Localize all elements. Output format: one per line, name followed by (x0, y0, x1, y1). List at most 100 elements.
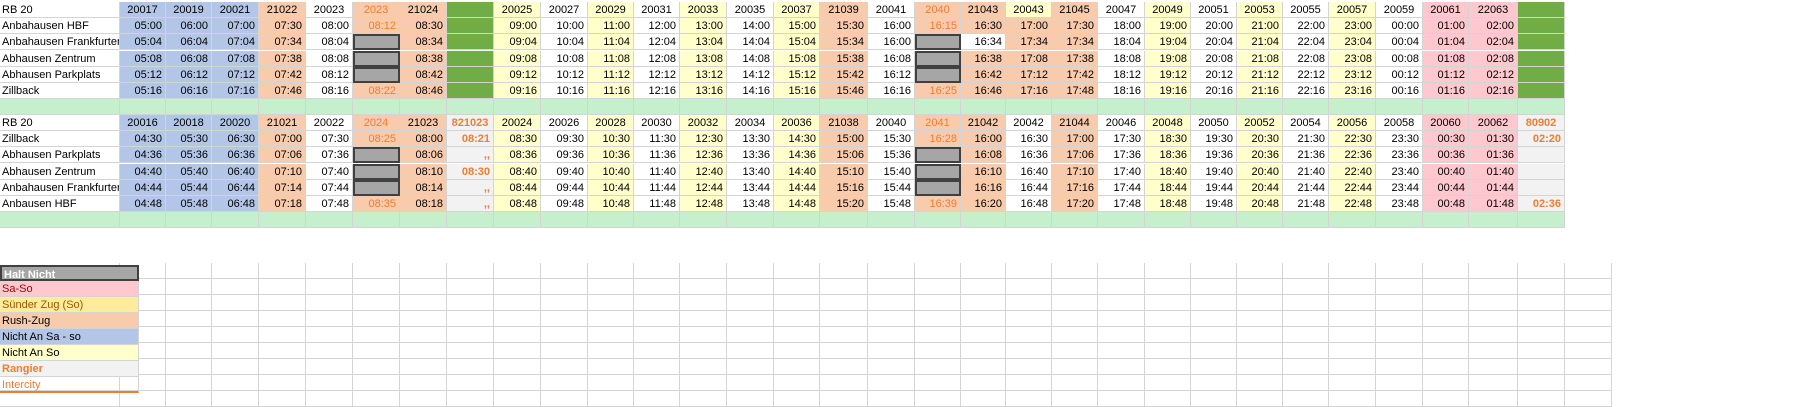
time-cell[interactable]: 22:00 (1283, 18, 1329, 35)
empty-cell[interactable] (727, 295, 774, 311)
empty-cell[interactable] (447, 295, 494, 311)
train-number-cell[interactable]: 80902 (1518, 115, 1565, 131)
time-cell[interactable]: 16:20 (961, 196, 1006, 212)
time-cell[interactable]: 09:16 (494, 83, 541, 99)
time-cell[interactable]: 22:36 (1329, 147, 1376, 164)
time-cell[interactable]: 15:40 (868, 163, 915, 180)
empty-cell[interactable] (774, 359, 820, 375)
time-cell[interactable]: 12:16 (634, 83, 680, 99)
empty-cell[interactable] (774, 391, 820, 407)
time-cell[interactable]: 10:16 (541, 83, 588, 99)
empty-cell[interactable] (1423, 391, 1469, 407)
empty-cell[interactable] (1565, 343, 1612, 359)
time-cell[interactable]: 12:44 (680, 179, 727, 196)
time-cell[interactable]: 11:16 (588, 83, 634, 99)
empty-cell[interactable] (961, 263, 1006, 279)
no-stop-cell[interactable] (353, 179, 400, 196)
empty-cell[interactable] (820, 263, 868, 279)
empty-cell[interactable] (774, 295, 820, 311)
empty-cell[interactable] (353, 279, 400, 295)
empty-cell[interactable] (541, 359, 588, 375)
empty-cell[interactable] (494, 343, 541, 359)
time-cell[interactable]: 17:06 (1052, 147, 1098, 164)
empty-cell[interactable] (1423, 263, 1469, 279)
time-cell[interactable]: 15:46 (820, 83, 868, 99)
empty-cell[interactable] (1191, 391, 1237, 407)
time-cell[interactable]: 15:06 (820, 147, 868, 164)
train-number-cell[interactable]: 20056 (1329, 115, 1376, 131)
time-cell[interactable]: 02:12 (1469, 66, 1518, 83)
time-cell[interactable]: 11:36 (634, 147, 680, 164)
empty-cell[interactable] (961, 375, 1006, 391)
empty-cell[interactable] (306, 311, 353, 327)
train-number-cell[interactable]: 20060 (1423, 115, 1469, 131)
train-number-cell[interactable]: 20023 (306, 2, 353, 18)
empty-cell[interactable] (1469, 375, 1518, 391)
empty-cell[interactable] (1052, 279, 1098, 295)
empty-cell[interactable] (1191, 327, 1237, 343)
empty-cell[interactable] (494, 391, 541, 407)
time-cell[interactable]: 19:04 (1145, 34, 1191, 51)
empty-cell[interactable] (1145, 359, 1191, 375)
empty-cell[interactable] (588, 311, 634, 327)
time-cell[interactable]: 15:00 (820, 131, 868, 148)
time-cell[interactable]: 01:08 (1423, 50, 1469, 67)
time-cell[interactable]: ,, (447, 147, 494, 164)
empty-cell[interactable] (1376, 311, 1423, 327)
empty-cell[interactable] (1469, 295, 1518, 311)
empty-cell[interactable] (1145, 375, 1191, 391)
time-cell[interactable]: 00:40 (1423, 163, 1469, 180)
time-cell[interactable]: 16:00 (868, 34, 915, 51)
time-cell[interactable]: 07:48 (306, 196, 353, 212)
empty-cell[interactable] (868, 343, 915, 359)
empty-cell[interactable] (1145, 295, 1191, 311)
empty-cell[interactable] (1052, 359, 1098, 375)
train-number-cell[interactable]: 20061 (1423, 2, 1469, 18)
time-cell[interactable]: 11:00 (588, 18, 634, 35)
empty-cell[interactable] (1052, 327, 1098, 343)
empty-cell[interactable] (1098, 327, 1145, 343)
time-cell[interactable]: 07:00 (212, 18, 259, 35)
empty-cell[interactable] (353, 311, 400, 327)
empty-cell[interactable] (212, 327, 259, 343)
time-cell[interactable]: 18:44 (1145, 179, 1191, 196)
time-cell[interactable]: 18:16 (1098, 83, 1145, 99)
time-cell[interactable]: 05:48 (166, 196, 212, 212)
time-cell[interactable]: 23:48 (1376, 196, 1423, 212)
time-cell[interactable] (1518, 50, 1565, 67)
time-cell[interactable]: 05:12 (120, 66, 166, 83)
time-cell[interactable]: 16:46 (961, 83, 1006, 99)
time-cell[interactable]: 14:00 (727, 18, 774, 35)
empty-cell[interactable] (1423, 359, 1469, 375)
time-cell[interactable] (447, 50, 494, 67)
train-number-cell[interactable]: 20053 (1237, 2, 1283, 18)
empty-cell[interactable] (259, 327, 306, 343)
empty-cell[interactable] (774, 327, 820, 343)
train-number-cell[interactable]: 20062 (1469, 115, 1518, 131)
time-cell[interactable]: 08:04 (306, 34, 353, 51)
empty-cell[interactable] (1518, 391, 1565, 407)
time-cell[interactable]: 07:04 (212, 34, 259, 51)
empty-cell[interactable] (353, 295, 400, 311)
empty-cell[interactable] (1237, 311, 1283, 327)
empty-cell[interactable] (1518, 311, 1565, 327)
time-cell[interactable]: 23:36 (1376, 147, 1423, 164)
time-cell[interactable]: 15:00 (774, 18, 820, 35)
empty-cell[interactable] (868, 391, 915, 407)
time-cell[interactable]: 20:48 (1237, 196, 1283, 212)
empty-cell[interactable] (820, 375, 868, 391)
time-cell[interactable]: 21:16 (1237, 83, 1283, 99)
no-stop-cell[interactable] (353, 163, 400, 180)
empty-cell[interactable] (961, 295, 1006, 311)
time-cell[interactable]: 16:34 (961, 34, 1006, 51)
time-cell[interactable]: 01:30 (1469, 131, 1518, 148)
empty-cell[interactable] (306, 391, 353, 407)
empty-cell[interactable] (1237, 327, 1283, 343)
empty-cell[interactable] (680, 311, 727, 327)
empty-cell[interactable] (868, 375, 915, 391)
legend-item-intercity[interactable]: Intercity (0, 377, 139, 393)
time-cell[interactable]: 08:12 (353, 18, 400, 35)
empty-cell[interactable] (1237, 375, 1283, 391)
time-cell[interactable]: 08:40 (494, 163, 541, 180)
empty-cell[interactable] (1191, 375, 1237, 391)
